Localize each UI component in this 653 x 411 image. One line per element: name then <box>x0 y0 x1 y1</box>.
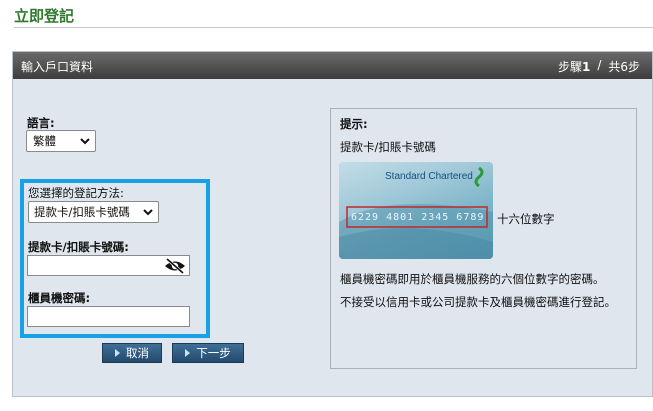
step-indicator: 步驟1 / 共6步 <box>558 58 640 75</box>
panel-header: 輸入戶口資料 步驟1 / 共6步 <box>13 52 652 79</box>
tip-text-pin: 櫃員機密碼即用於櫃員機服務的六個位數字的密碼。 <box>340 272 605 286</box>
language-select[interactable]: 繁體 <box>26 130 96 152</box>
page-title: 立即登記 <box>14 7 75 25</box>
chevron-down-icon <box>80 138 90 145</box>
cancel-button-label: 取消 <box>126 346 149 360</box>
sample-card-image: Standard Chartered 6229 4801 2345 6789 <box>339 162 493 259</box>
language-select-value: 繁體 <box>33 134 56 148</box>
triangle-right-icon <box>185 349 191 357</box>
method-label: 您選擇的登記方法: <box>28 186 124 200</box>
step-separator: / <box>597 58 602 72</box>
step-total: 共6步 <box>608 60 640 74</box>
title-divider <box>14 27 653 28</box>
pin-label: 櫃員機密碼: <box>28 291 91 305</box>
card-number-label: 提款卡/扣賬卡號碼: <box>28 240 129 254</box>
card-number-sample: 6229 4801 2345 6789 <box>351 212 485 223</box>
method-select-value: 提款卡/扣賬卡號碼 <box>34 205 130 219</box>
tip-title: 提示: <box>340 117 368 131</box>
language-label: 語言: <box>27 116 55 130</box>
eye-slash-icon[interactable] <box>164 258 186 274</box>
method-select[interactable]: 提款卡/扣賬卡號碼 <box>28 201 159 223</box>
chevron-down-icon <box>143 209 153 216</box>
cancel-button[interactable]: 取消 <box>102 343 162 363</box>
triangle-right-icon <box>115 349 120 357</box>
next-button-label: 下一步 <box>196 346 231 360</box>
tip-subtitle: 提款卡/扣賬卡號碼 <box>340 140 436 154</box>
step-label: 步驟 <box>557 60 582 74</box>
tip-text-restriction: 不接受以信用卡或公司提款卡及櫃員機密碼進行登記。 <box>340 295 616 309</box>
panel-title: 輸入戶口資料 <box>21 60 94 74</box>
card-number-input[interactable] <box>27 255 190 276</box>
pin-input[interactable] <box>27 306 190 327</box>
step-current: 1 <box>581 60 591 74</box>
card-brand: Standard Chartered <box>385 171 473 182</box>
card-number-note: 十六位數字 <box>497 212 555 226</box>
next-button[interactable]: 下一步 <box>172 343 244 363</box>
bank-logo-icon <box>474 166 484 188</box>
